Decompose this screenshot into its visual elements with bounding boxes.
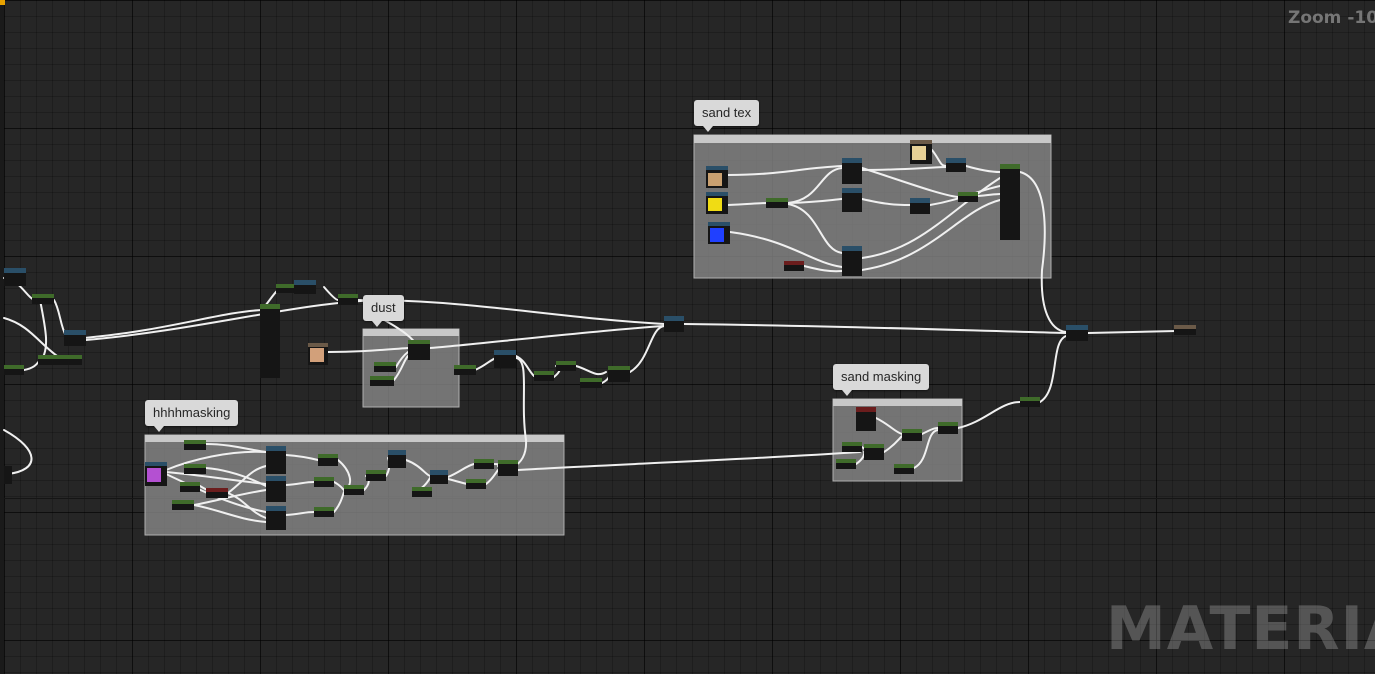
node-math-sand-5-header bbox=[910, 198, 930, 203]
node-constant-dust-1-header bbox=[374, 362, 396, 366]
comment-box-sand-tex-header bbox=[694, 135, 1051, 143]
node-constant-left-1-header bbox=[32, 294, 54, 298]
node-constant-mask-2-header bbox=[184, 464, 206, 468]
node-math-left-1-header bbox=[4, 268, 26, 273]
node-math-left-3[interactable] bbox=[4, 466, 12, 484]
node-constant-mask-9-header bbox=[366, 470, 386, 474]
node-math-mask-4-header bbox=[388, 450, 406, 455]
node-layer-blend-sand[interactable] bbox=[1000, 164, 1020, 240]
node-constant-smask-5-header bbox=[938, 422, 958, 426]
node-math-smask-1-header bbox=[864, 444, 884, 448]
node-constant-sand-1-header bbox=[766, 198, 788, 202]
node-math-sand-2-header bbox=[842, 188, 862, 193]
node-constant-mask-12-header bbox=[466, 479, 486, 483]
node-parameter-sand-header bbox=[784, 261, 804, 265]
node-math-mask-1-header bbox=[266, 446, 286, 451]
node-layer-blend-sand-header bbox=[1000, 164, 1020, 169]
node-texture-sand-yellow-header bbox=[706, 192, 728, 196]
texture-thumb-sand-yellow bbox=[708, 198, 722, 211]
comment-box-sand-masking-header bbox=[833, 399, 962, 406]
node-blend-main-header bbox=[664, 316, 684, 321]
node-math-sand-3-header bbox=[842, 246, 862, 251]
texture-thumb-mask-magenta bbox=[147, 468, 161, 482]
node-constant-smask-3-header bbox=[902, 429, 922, 433]
node-constant-mid-1-header bbox=[454, 365, 476, 369]
zoom-level-indicator: Zoom -10 bbox=[1288, 8, 1375, 28]
node-texture-dust-header bbox=[308, 343, 328, 347]
texture-thumb-sand-tan bbox=[708, 173, 722, 186]
node-lerp-dust-header bbox=[408, 340, 430, 344]
node-constant-smask-2-header bbox=[836, 459, 856, 463]
node-constant-mask-5-header bbox=[318, 454, 338, 458]
node-constant-mask-11-header bbox=[474, 459, 494, 463]
node-constant-mid-3-header bbox=[556, 361, 576, 365]
node-lerp-mask-header bbox=[498, 460, 518, 464]
comment-box-dust-header bbox=[363, 329, 459, 336]
node-constant-mask-6-header bbox=[314, 477, 334, 481]
node-constant-mask-8-header bbox=[344, 485, 364, 489]
node-constant-mask-1-header bbox=[184, 440, 206, 444]
node-material-output-header bbox=[1174, 325, 1196, 329]
node-constant-mask-10-header bbox=[412, 487, 432, 491]
node-material-attributes-header bbox=[260, 304, 280, 309]
node-constant-mask-3-header bbox=[180, 482, 200, 486]
texture-thumb-sand-cream bbox=[912, 146, 926, 160]
material-graph-canvas[interactable] bbox=[0, 0, 1375, 674]
node-texture-sand-cream-header bbox=[910, 140, 932, 144]
node-constant-mid-2-header bbox=[534, 371, 554, 375]
node-constant-mask-4-header bbox=[172, 500, 194, 504]
node-texture-sand-blue-header bbox=[708, 222, 730, 226]
node-constant-right-1-header bbox=[1020, 397, 1040, 401]
node-math-top-1-header bbox=[294, 280, 316, 285]
node-constant-left-3-header bbox=[60, 355, 82, 359]
comment-label-hhhhmasking[interactable]: hhhhmasking bbox=[145, 400, 239, 432]
node-constant-top-1-header bbox=[276, 284, 296, 288]
node-math-sand-4-header bbox=[946, 158, 966, 163]
comment-label-sand-tex[interactable]: sand tex bbox=[694, 100, 760, 132]
node-lerp-mid-header bbox=[608, 366, 630, 370]
texture-thumb-sand-blue bbox=[710, 228, 724, 242]
comment-box-hhhhmasking-header bbox=[145, 435, 564, 442]
node-constant-sand-2-header bbox=[958, 192, 978, 196]
node-constant-smask-4-header bbox=[894, 464, 914, 468]
node-constant-mask-7-header bbox=[314, 507, 334, 511]
node-constant-top-2-header bbox=[338, 294, 358, 298]
node-constant-dust-2-header bbox=[370, 376, 394, 380]
node-math-left-2-header bbox=[64, 330, 86, 335]
node-constant-left-4-header bbox=[4, 365, 24, 369]
texture-thumb-dust-tan bbox=[310, 348, 324, 362]
node-texture-mask-magenta-header bbox=[145, 462, 167, 466]
node-constant-left-2-header bbox=[38, 355, 60, 359]
node-math-mask-5-header bbox=[430, 470, 448, 475]
graph-type-watermark: MATERIAL bbox=[1106, 594, 1375, 664]
comment-label-sand-masking[interactable]: sand masking bbox=[833, 364, 930, 396]
node-math-mid-1-header bbox=[494, 350, 516, 355]
node-constant-mid-4-header bbox=[580, 378, 602, 382]
node-material-attributes[interactable] bbox=[260, 304, 280, 378]
node-parameter-mask-header bbox=[206, 488, 228, 492]
node-parameter-sand-mask-header bbox=[856, 407, 876, 412]
node-math-mask-2-header bbox=[266, 476, 286, 481]
node-texture-sand-tan-header bbox=[706, 166, 728, 170]
node-constant-smask-1-header bbox=[842, 442, 862, 446]
node-lerp-final-header bbox=[1066, 325, 1088, 330]
comment-label-dust[interactable]: dust bbox=[363, 295, 404, 327]
node-math-mask-3-header bbox=[266, 506, 286, 511]
node-math-sand-1-header bbox=[842, 158, 862, 163]
